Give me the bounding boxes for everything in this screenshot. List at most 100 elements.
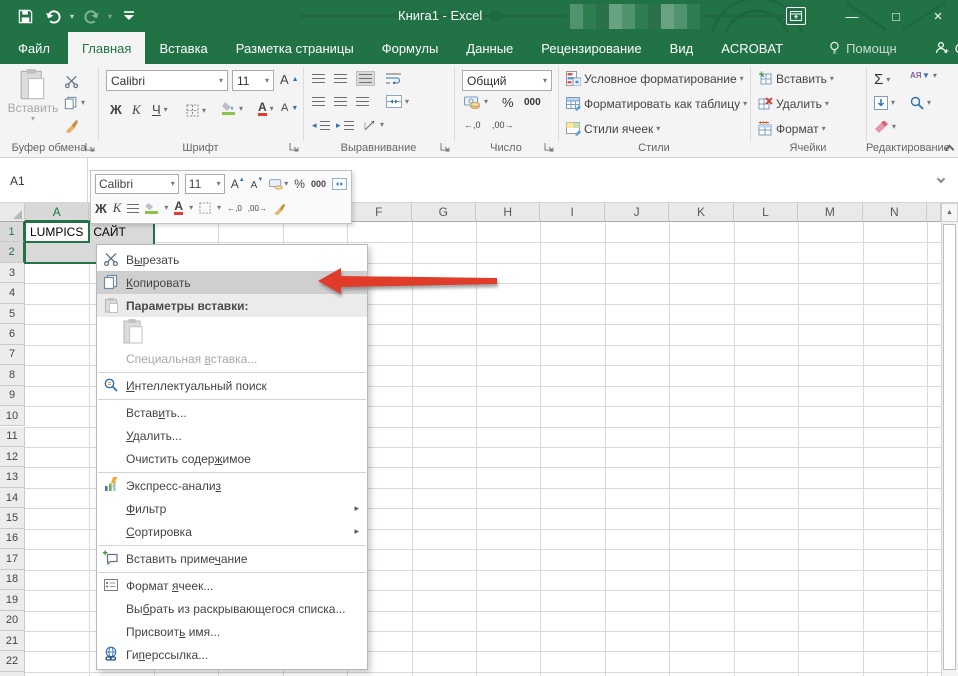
column-header-partial[interactable] bbox=[927, 203, 941, 222]
increase-decimal-button[interactable]: ←,0 bbox=[464, 120, 481, 130]
undo-icon[interactable] bbox=[42, 5, 64, 27]
customize-quick-access-icon[interactable] bbox=[118, 5, 140, 27]
row-header-4[interactable]: 4 bbox=[0, 283, 25, 303]
accounting-format-button[interactable]: ▾ bbox=[464, 95, 488, 109]
menu-item-clear-contents[interactable]: Очистить содержимое bbox=[97, 447, 367, 470]
tab-home[interactable]: Главная bbox=[68, 32, 145, 64]
decrease-decimal-button[interactable]: ,00→ bbox=[492, 120, 514, 130]
mini-fill-color-icon[interactable] bbox=[145, 203, 158, 214]
column-header-K[interactable]: K bbox=[669, 203, 733, 222]
row-header-1[interactable]: 1 bbox=[0, 222, 25, 242]
row-header-17[interactable]: 17 bbox=[0, 549, 25, 569]
align-top-button[interactable] bbox=[312, 74, 325, 83]
delete-cells-button[interactable]: Удалить▾ bbox=[758, 96, 829, 111]
grow-font-button[interactable]: A▲ bbox=[280, 72, 299, 87]
vertical-scrollbar-thumb[interactable] bbox=[943, 224, 956, 670]
menu-item-insert-comment[interactable]: Вставить примечание bbox=[97, 547, 367, 570]
menu-item-format-cells[interactable]: Формат ячеек... bbox=[97, 574, 367, 597]
row-header-14[interactable]: 14 bbox=[0, 488, 25, 508]
underline-button[interactable]: Ч▾ bbox=[152, 102, 168, 117]
comma-style-button[interactable]: 000 bbox=[524, 97, 541, 108]
mini-merge-icon[interactable] bbox=[332, 178, 347, 190]
row-header-23[interactable]: 23 bbox=[0, 672, 25, 676]
save-icon[interactable] bbox=[14, 5, 36, 27]
shrink-font-button[interactable]: A▼ bbox=[281, 102, 298, 114]
find-select-button[interactable]: ▾ bbox=[910, 96, 931, 110]
row-header-7[interactable]: 7 bbox=[0, 345, 25, 365]
row-header-12[interactable]: 12 bbox=[0, 447, 25, 467]
fill-color-button[interactable]: ▾ bbox=[222, 102, 243, 115]
menu-item-cut[interactable]: Вырезать bbox=[97, 248, 367, 271]
number-dialog-launcher-icon[interactable] bbox=[544, 142, 555, 153]
format-as-table-button[interactable]: Форматировать как таблицу▾ bbox=[566, 96, 747, 111]
menu-item-quick-analysis[interactable]: Экспресс-анализ bbox=[97, 474, 367, 497]
menu-item-delete-cells[interactable]: Удалить... bbox=[97, 424, 367, 447]
share-button[interactable]: Общий доступ bbox=[921, 32, 958, 64]
font-color-button[interactable]: А▾ bbox=[258, 102, 274, 116]
row-header-6[interactable]: 6 bbox=[0, 324, 25, 344]
tab-data[interactable]: Данные bbox=[452, 32, 527, 64]
tab-view[interactable]: Вид bbox=[656, 32, 708, 64]
align-middle-button[interactable] bbox=[334, 74, 347, 83]
tab-acrobat[interactable]: ACROBAT bbox=[707, 32, 797, 64]
row-header-11[interactable]: 11 bbox=[0, 427, 25, 447]
column-header-J[interactable]: J bbox=[605, 203, 669, 222]
mini-increase-decimal-button[interactable]: ←,0 bbox=[227, 204, 242, 213]
align-left-button[interactable] bbox=[312, 97, 325, 106]
font-name-combo[interactable]: Calibri▾ bbox=[106, 70, 228, 91]
row-header-3[interactable]: 3 bbox=[0, 263, 25, 283]
wrap-text-button[interactable] bbox=[386, 72, 401, 84]
bold-button[interactable]: Ж bbox=[110, 102, 122, 117]
column-header-F[interactable]: F bbox=[347, 203, 411, 222]
menu-item-smart-lookup[interactable]: Интеллектуальный поиск bbox=[97, 374, 367, 397]
column-header-G[interactable]: G bbox=[412, 203, 476, 222]
undo-dropdown-icon[interactable]: ▾ bbox=[70, 12, 74, 21]
select-all-corner[interactable] bbox=[0, 203, 25, 222]
row-header-16[interactable]: 16 bbox=[0, 529, 25, 549]
align-bottom-button[interactable] bbox=[356, 71, 375, 86]
sort-filter-button[interactable]: АЯ ▼▾ bbox=[910, 71, 937, 80]
menu-item-insert-cells[interactable]: Вставить... bbox=[97, 401, 367, 424]
menu-item-define-name[interactable]: Присвоить имя... bbox=[97, 620, 367, 643]
format-button[interactable]: Формат▾ bbox=[758, 121, 826, 136]
cell-B1-value[interactable]: САЙТ bbox=[89, 222, 153, 242]
row-header-9[interactable]: 9 bbox=[0, 386, 25, 406]
row-header-5[interactable]: 5 bbox=[0, 304, 25, 324]
percent-style-button[interactable]: % bbox=[502, 95, 514, 110]
column-header-L[interactable]: L bbox=[734, 203, 798, 222]
conditional-formatting-button[interactable]: Условное форматирование▾ bbox=[566, 71, 744, 86]
row-header-13[interactable]: 13 bbox=[0, 467, 25, 487]
row-header-18[interactable]: 18 bbox=[0, 570, 25, 590]
tab-review[interactable]: Рецензирование bbox=[527, 32, 655, 64]
tab-tell-me[interactable]: Помощн bbox=[815, 32, 911, 64]
clear-button[interactable]: ▾ bbox=[874, 121, 896, 133]
mini-borders-icon[interactable] bbox=[199, 202, 211, 214]
orientation-button[interactable]: ▾ bbox=[364, 118, 384, 131]
cut-button[interactable] bbox=[64, 74, 79, 89]
format-painter-button[interactable] bbox=[64, 118, 79, 133]
font-dialog-launcher-icon[interactable] bbox=[289, 142, 300, 153]
mini-decrease-decimal-button[interactable]: ,00→ bbox=[248, 204, 267, 213]
clipboard-dialog-launcher-icon[interactable] bbox=[85, 142, 96, 153]
column-header-I[interactable]: I bbox=[540, 203, 604, 222]
row-header-2[interactable]: 2 bbox=[0, 242, 25, 262]
autosum-button[interactable]: Σ▾ bbox=[874, 71, 890, 88]
alignment-dialog-launcher-icon[interactable] bbox=[440, 142, 451, 153]
column-header-H[interactable]: H bbox=[476, 203, 540, 222]
tab-page-layout[interactable]: Разметка страницы bbox=[222, 32, 368, 64]
column-header-M[interactable]: M bbox=[798, 203, 862, 222]
mini-grow-font-button[interactable]: A▲ bbox=[231, 177, 245, 191]
tab-formulas[interactable]: Формулы bbox=[368, 32, 453, 64]
active-cell-A1[interactable]: LUMPICS bbox=[24, 221, 90, 243]
font-size-combo[interactable]: 11▾ bbox=[232, 70, 274, 91]
name-box[interactable]: A1 bbox=[0, 158, 88, 203]
column-header-N[interactable]: N bbox=[863, 203, 927, 222]
number-format-combo[interactable]: Общий▾ bbox=[462, 70, 552, 91]
tab-file[interactable]: Файл bbox=[0, 32, 68, 64]
scroll-up-icon[interactable]: ▲ bbox=[941, 203, 958, 222]
increase-indent-button[interactable]: ▸ bbox=[336, 120, 354, 131]
merge-center-button[interactable]: ▾ bbox=[386, 95, 409, 108]
row-header-21[interactable]: 21 bbox=[0, 631, 25, 651]
mini-font-size-combo[interactable]: 11▾ bbox=[185, 174, 225, 194]
menu-item-pick-from-list[interactable]: Выбрать из раскрывающегося списка... bbox=[97, 597, 367, 620]
